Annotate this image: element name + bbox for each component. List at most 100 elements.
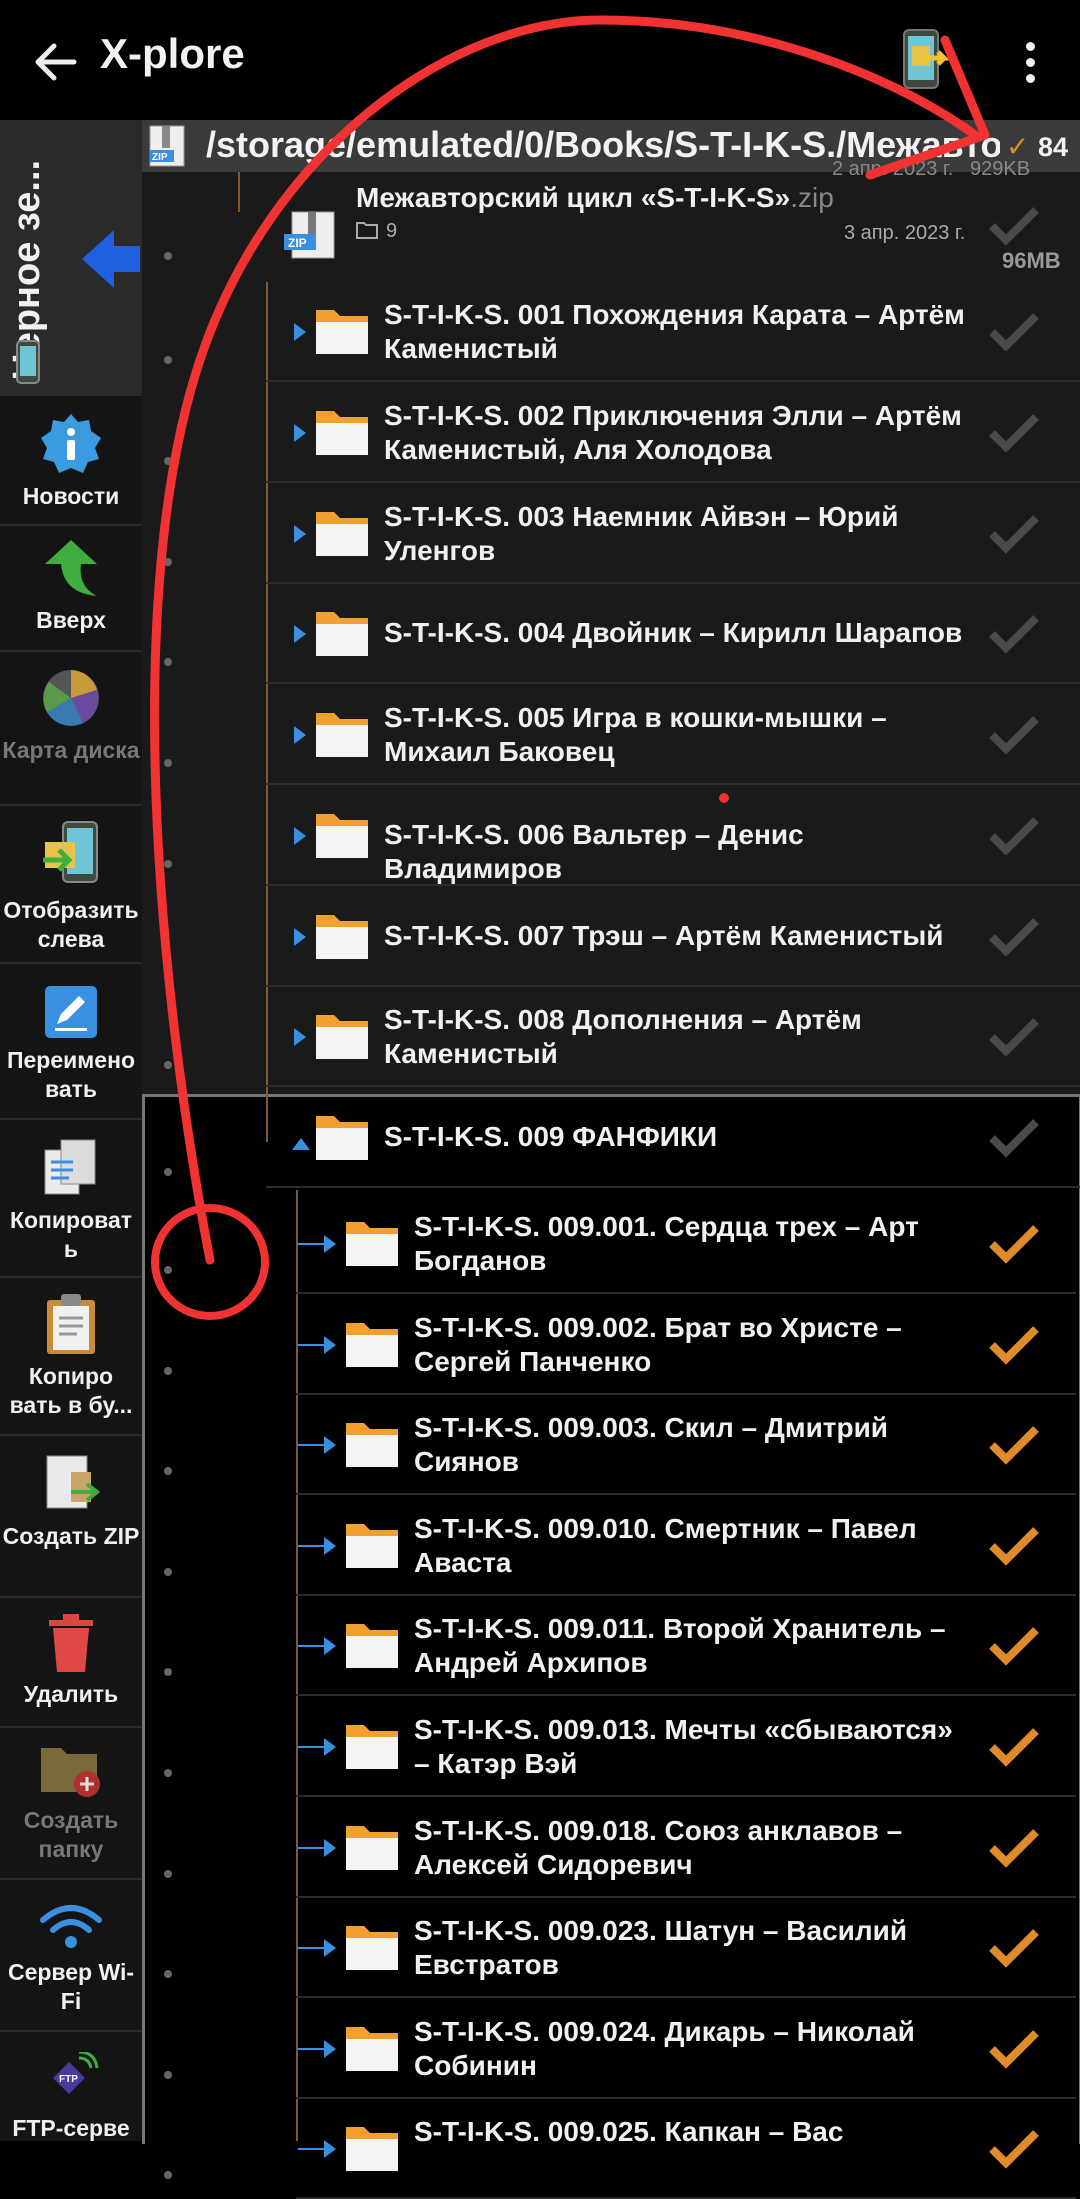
check-icon[interactable] — [986, 202, 1042, 250]
expand-arrow-icon[interactable] — [294, 927, 306, 946]
subfolder-row[interactable]: S-T-I-K-S. 009.023. Шатун – Василий Евст… — [142, 1898, 1080, 1999]
row-dot — [164, 1266, 172, 1274]
row-separator — [266, 1186, 1080, 1188]
expand-arrow-icon[interactable] — [324, 2140, 336, 2159]
toolbar-up-button[interactable]: Вверх — [0, 526, 142, 652]
check-icon[interactable] — [986, 1522, 1042, 1570]
folder-row[interactable]: S-T-I-K-S. 006 Вальтер – Денис Владимиро… — [142, 786, 1080, 886]
subfolder-row[interactable]: S-T-I-K-S. 009.025. Капкан – Вас — [142, 2099, 1080, 2199]
check-icon[interactable] — [986, 1622, 1042, 1670]
check-icon[interactable] — [986, 1723, 1042, 1771]
subfolder-row[interactable]: S-T-I-K-S. 009.011. Второй Хранитель – А… — [142, 1596, 1080, 1697]
expand-arrow-icon[interactable] — [294, 826, 306, 845]
zip-entry-size: 96MB — [1002, 248, 1061, 273]
tree-branch — [298, 1947, 324, 1950]
collapse-arrow-icon[interactable] — [292, 1138, 310, 1150]
up-arrow-icon — [45, 540, 97, 596]
folder-row[interactable]: S-T-I-K-S. 002 Приключения Элли – Артём … — [142, 383, 1080, 483]
folder-row[interactable]: S-T-I-K-S. 003 Наемник Айвэн – Юрий Улен… — [142, 484, 1080, 584]
expand-arrow-icon[interactable] — [324, 1335, 336, 1354]
check-icon[interactable] — [986, 510, 1042, 558]
zip-entry-row[interactable]: 2 апр. 2023 г. 929KB ZIP Межавторский ци… — [142, 158, 1080, 282]
toolbar-news-button[interactable]: Новости — [0, 400, 142, 526]
expand-arrow-icon[interactable] — [294, 423, 306, 442]
row-separator — [266, 380, 1080, 382]
expand-arrow-icon[interactable] — [324, 2039, 336, 2058]
row-separator — [266, 783, 1080, 785]
folder-icon — [344, 2121, 400, 2173]
check-icon[interactable] — [986, 913, 1042, 961]
folder-row[interactable]: S-T-I-K-S. 004 Двойник – Кирилл Шарапов — [142, 584, 1080, 685]
more-options-icon[interactable] — [1010, 34, 1050, 90]
row-dot — [164, 1769, 172, 1777]
toolbar-copy-to-clipboard-button[interactable]: Копиро вать в бу... — [0, 1278, 142, 1436]
expand-arrow-icon[interactable] — [324, 1637, 336, 1656]
folder-name: S-T-I-K-S. 004 Двойник – Кирилл Шарапов — [384, 617, 963, 649]
expand-arrow-icon[interactable] — [294, 726, 306, 744]
folder-row[interactable]: S-T-I-K-S. 005 Игра в кошки-мышки – Миха… — [142, 685, 1080, 785]
expand-arrow-icon[interactable] — [324, 1738, 336, 1756]
subfolder-row[interactable]: S-T-I-K-S. 009.001. Сердца трех – Арт Бо… — [142, 1194, 1080, 1294]
toolbar-copy-button[interactable]: Копироват ь — [0, 1120, 142, 1278]
check-icon[interactable] — [986, 1013, 1042, 1061]
check-icon[interactable] — [986, 1220, 1042, 1268]
folder-icon — [344, 1920, 400, 1972]
expand-arrow-icon[interactable] — [324, 1838, 336, 1857]
folder-row[interactable]: S-T-I-K-S. 007 Трэш – Артём Каменистый — [142, 887, 1080, 987]
subfolder-row[interactable]: S-T-I-K-S. 009.010. Смертник – Павел Ава… — [142, 1496, 1080, 1596]
toolbar-ftp-server-button[interactable]: FTP FTP-серве — [0, 2032, 142, 2141]
expand-arrow-icon[interactable] — [294, 323, 306, 341]
phone-icon[interactable] — [898, 28, 954, 94]
copy-icon — [44, 1139, 96, 1195]
row-dot — [164, 252, 172, 260]
zip-entry-date: 3 апр. 2023 г. — [844, 222, 966, 244]
expand-arrow-icon[interactable] — [324, 1536, 336, 1555]
tree-branch — [298, 2148, 324, 2151]
row-separator — [266, 1085, 1080, 1088]
subfolder-row[interactable]: S-T-I-K-S. 009.003. Скил – Дмитрий Сияно… — [142, 1395, 1080, 1496]
expand-arrow-icon[interactable] — [294, 1028, 306, 1047]
folder-icon — [344, 1417, 400, 1469]
toolbar-show-left-button[interactable]: Отобразить слева — [0, 806, 142, 964]
toolbar-rename-button[interactable]: Переимено вать — [0, 964, 142, 1120]
trash-icon — [49, 1614, 93, 1672]
toolbar-new-folder-button[interactable]: Создать папку — [0, 1728, 142, 1880]
check-icon[interactable] — [986, 2125, 1042, 2173]
check-icon[interactable] — [986, 1421, 1042, 1469]
expand-arrow-icon[interactable] — [324, 1939, 336, 1958]
expand-arrow-icon[interactable] — [294, 625, 306, 644]
check-icon[interactable] — [986, 812, 1042, 860]
check-icon[interactable] — [986, 1924, 1042, 1972]
check-icon[interactable] — [986, 711, 1042, 759]
folder-row[interactable]: S-T-I-K-S. 001 Похождения Карата – Артём… — [142, 282, 1080, 382]
check-icon[interactable] — [986, 409, 1042, 457]
toolbar-wifi-server-button[interactable]: Сервер Wi-Fi — [0, 1880, 142, 2032]
check-icon[interactable] — [986, 1114, 1042, 1162]
subfolder-row[interactable]: S-T-I-K-S. 009.018. Союз анклавов – Алек… — [142, 1798, 1080, 1898]
folder-icon — [344, 1216, 400, 1268]
check-icon[interactable] — [986, 2025, 1042, 2073]
toolbar-create-zip-button[interactable]: Создать ZIP — [0, 1436, 142, 1598]
rename-icon — [45, 986, 97, 1038]
folder-icon — [314, 1110, 370, 1162]
zip-entry-name: Межавторский цикл «S-T-I-K-S».zip — [356, 182, 834, 213]
toolbar-delete-button[interactable]: Удалить — [0, 1598, 142, 1728]
expand-arrow-icon[interactable] — [294, 524, 306, 543]
toolbar-disk-map-button[interactable]: Карта диска — [0, 652, 142, 806]
check-icon[interactable] — [986, 1321, 1042, 1369]
check-icon[interactable] — [986, 308, 1042, 356]
subfolder-row[interactable]: S-T-I-K-S. 009.013. Мечты «сбываются» – … — [142, 1697, 1080, 1797]
folder-icon — [314, 707, 370, 759]
subfolder-row[interactable]: S-T-I-K-S. 009.024. Дикарь – Николай Соб… — [142, 1999, 1080, 2099]
expand-arrow-icon[interactable] — [324, 1235, 336, 1253]
folder-row[interactable]: S-T-I-K-S. 008 Дополнения – Артём Камени… — [142, 987, 1080, 1088]
check-icon[interactable] — [986, 610, 1042, 658]
zip-file-icon: ZIP — [284, 211, 335, 259]
check-icon[interactable] — [986, 1824, 1042, 1872]
subfolder-row[interactable]: S-T-I-K-S. 009.002. Брат во Христе – Сер… — [142, 1295, 1080, 1395]
folder-row[interactable]: S-T-I-K-S. 009 ФАНФИКИ — [142, 1088, 1080, 1188]
back-arrow-icon[interactable] — [28, 34, 84, 90]
expand-arrow-icon[interactable] — [324, 1436, 336, 1455]
blue-arrow-icon[interactable] — [80, 226, 142, 292]
folder-name: S-T-I-K-S. 009.023. Шатун – Василий Евст… — [414, 1915, 908, 1981]
